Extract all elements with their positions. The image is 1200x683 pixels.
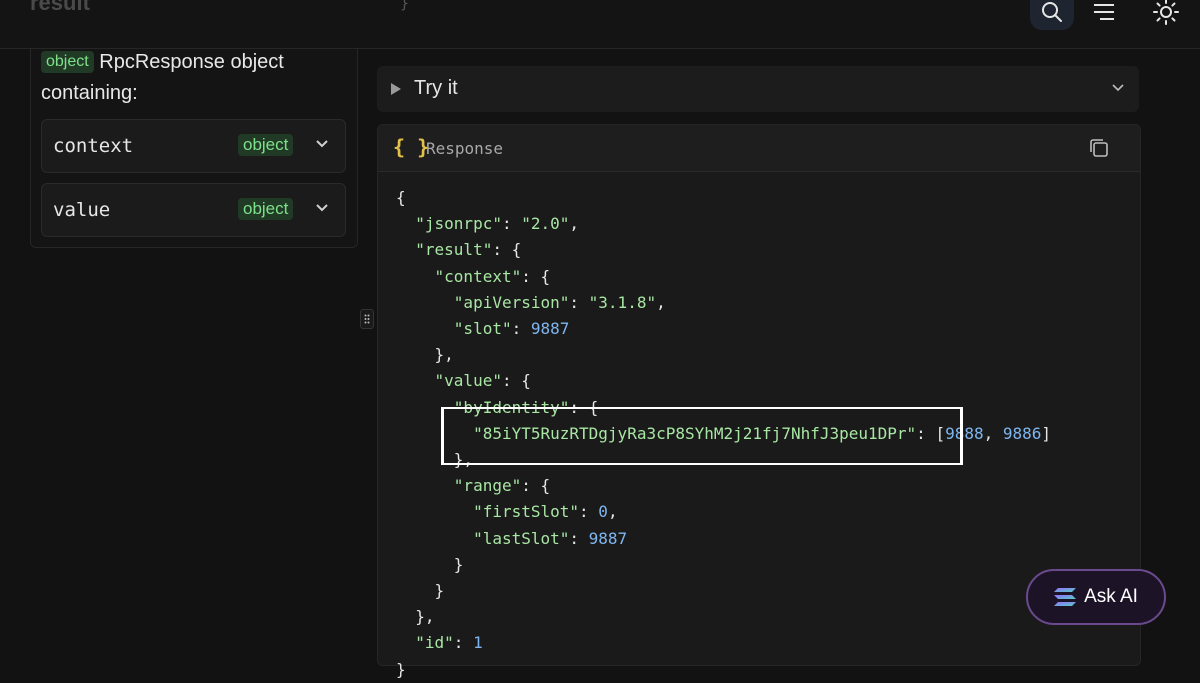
ask-ai-label: Ask AI — [1084, 586, 1138, 607]
sun-icon — [1153, 0, 1179, 25]
solana-logo-icon — [1054, 588, 1077, 606]
braces-icon: { } — [393, 135, 430, 159]
type-badge: object — [41, 51, 94, 73]
theme-toggle-button[interactable] — [1144, 0, 1188, 30]
try-it-toggle[interactable]: Try it — [377, 66, 1139, 112]
search-button[interactable] — [1030, 0, 1074, 30]
result-schema-panel: object RpcResponse object containing: co… — [30, 49, 358, 248]
drag-dots-icon — [364, 314, 370, 324]
field-value[interactable]: value object — [41, 183, 346, 237]
search-icon — [1042, 2, 1062, 22]
menu-icon — [1094, 4, 1114, 20]
response-label: Response — [426, 139, 504, 158]
code-fragment: } — [400, 0, 416, 12]
response-header: { } Response — [378, 125, 1140, 172]
field-name: context — [53, 135, 134, 157]
chevron-down-icon — [1112, 84, 1124, 92]
result-description: object RpcResponse object containing: — [41, 47, 341, 109]
top-bar: result } — [0, 0, 1200, 49]
field-context[interactable]: context object — [41, 119, 346, 173]
response-panel: { } Response { "jsonrpc": "2.0", "result… — [377, 124, 1141, 679]
play-triangle-icon — [391, 83, 401, 95]
copy-icon[interactable] — [1088, 137, 1110, 159]
section-title: result — [30, 0, 90, 15]
menu-button[interactable] — [1082, 0, 1126, 30]
field-name: value — [53, 199, 111, 221]
chevron-down-icon[interactable] — [315, 139, 329, 149]
response-json: { "jsonrpc": "2.0", "result": { "context… — [396, 188, 1052, 679]
resize-handle[interactable] — [360, 309, 374, 329]
field-type-badge: object — [238, 198, 294, 220]
ask-ai-button[interactable]: Ask AI — [1026, 569, 1166, 625]
chevron-down-icon[interactable] — [315, 203, 329, 213]
try-it-label: Try it — [414, 77, 458, 99]
field-type-badge: object — [238, 134, 294, 156]
